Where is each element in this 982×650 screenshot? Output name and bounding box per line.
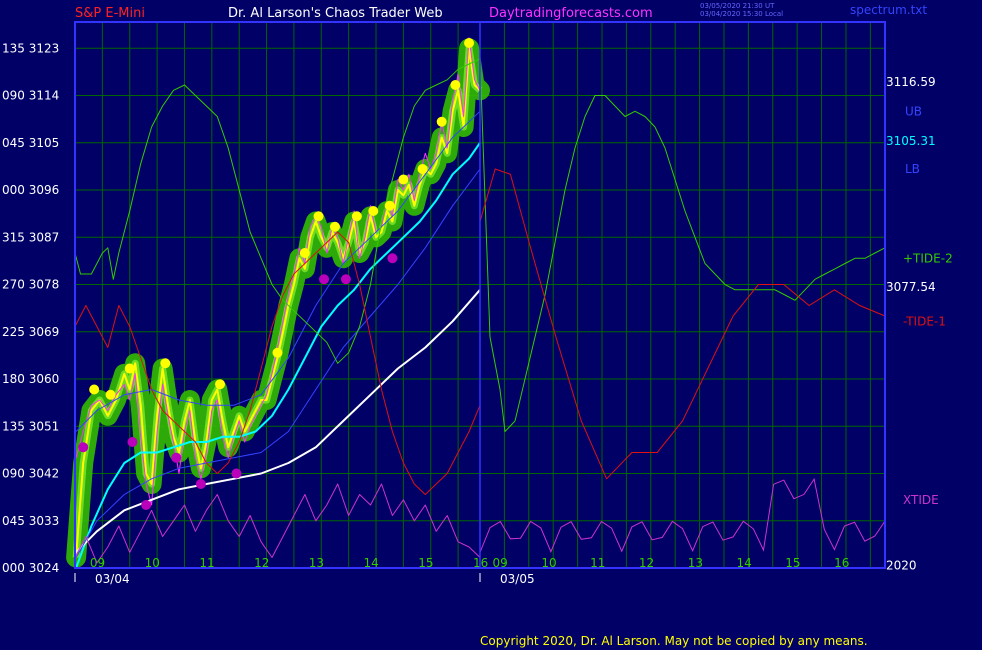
right-label-3105-31: 3105.31 <box>886 134 936 148</box>
y-tick-label: 045 3105 <box>2 136 59 150</box>
chaos-trader-chart: 000 3024 045 3033 090 3042 135 3051 180 3060… <box>0 0 982 650</box>
y-tick-label: 090 3042 <box>2 467 59 481</box>
low-dot <box>231 468 242 479</box>
header-site-title: Dr. Al Larson's Chaos Trader Web <box>228 6 443 21</box>
high-dot <box>384 200 395 211</box>
high-dot <box>215 379 226 390</box>
high-dot <box>398 174 409 185</box>
high-dot <box>124 363 135 374</box>
date-label: 03/05 <box>500 572 535 586</box>
low-dot <box>78 442 89 453</box>
y-tick-label: 135 3123 <box>2 41 59 55</box>
high-dot <box>417 164 428 174</box>
low-dot <box>387 253 398 264</box>
y-tick-label: 090 3114 <box>2 89 59 103</box>
right-label-2020: 2020 <box>886 558 917 572</box>
high-dot <box>450 80 461 90</box>
y-tick-label: 180 3060 <box>2 372 59 386</box>
header-stamp-ut: 03/05/2020 21:30 UT <box>700 2 775 10</box>
y-tick-label: 315 3087 <box>2 230 59 244</box>
low-dot <box>141 500 152 510</box>
y-tick-label: 000 3096 <box>2 183 59 197</box>
high-dot <box>105 389 116 400</box>
y-tick-label: 270 3078 <box>2 278 59 292</box>
header-filename: spectrum.txt <box>850 3 927 17</box>
low-dot <box>195 479 206 489</box>
right-label-xtide: XTIDE <box>903 493 939 507</box>
high-dot <box>299 248 310 258</box>
y-tick-label: 225 3069 <box>2 325 59 339</box>
copyright: Copyright 2020, Dr. Al Larson. May not b… <box>480 634 868 648</box>
date-label: 03/04 <box>95 572 130 586</box>
high-dot <box>89 384 100 395</box>
right-label--tide-1: -TIDE-1 <box>903 314 946 328</box>
high-dot <box>272 347 283 358</box>
high-dot <box>160 358 171 369</box>
high-dot <box>436 116 447 127</box>
high-dot <box>464 38 475 48</box>
high-dot <box>351 211 362 222</box>
low-dot <box>319 274 330 285</box>
high-dot <box>329 221 340 232</box>
high-dot <box>313 211 324 222</box>
high-dot <box>368 206 379 216</box>
y-tick-label: 000 3024 <box>2 561 59 575</box>
right-label-lb: LB <box>905 162 920 176</box>
header-stamp-local: 03/04/2020 15:30 Local <box>700 10 783 18</box>
low-dot <box>127 437 138 447</box>
right-label-3116-59: 3116.59 <box>886 75 936 89</box>
header-symbol: S&P E-Mini <box>75 6 145 21</box>
low-dot <box>340 274 351 285</box>
header-site-url[interactable]: Daytradingforecasts.com <box>489 6 653 21</box>
right-label-3077-54: 3077.54 <box>886 280 936 294</box>
chart-background <box>0 0 982 650</box>
right-label--tide-2: +TIDE-2 <box>903 251 953 265</box>
y-tick-label: 045 3033 <box>2 514 59 528</box>
y-tick-label: 135 3051 <box>2 419 59 433</box>
low-dot <box>171 452 182 463</box>
right-label-ub: UB <box>905 104 922 118</box>
